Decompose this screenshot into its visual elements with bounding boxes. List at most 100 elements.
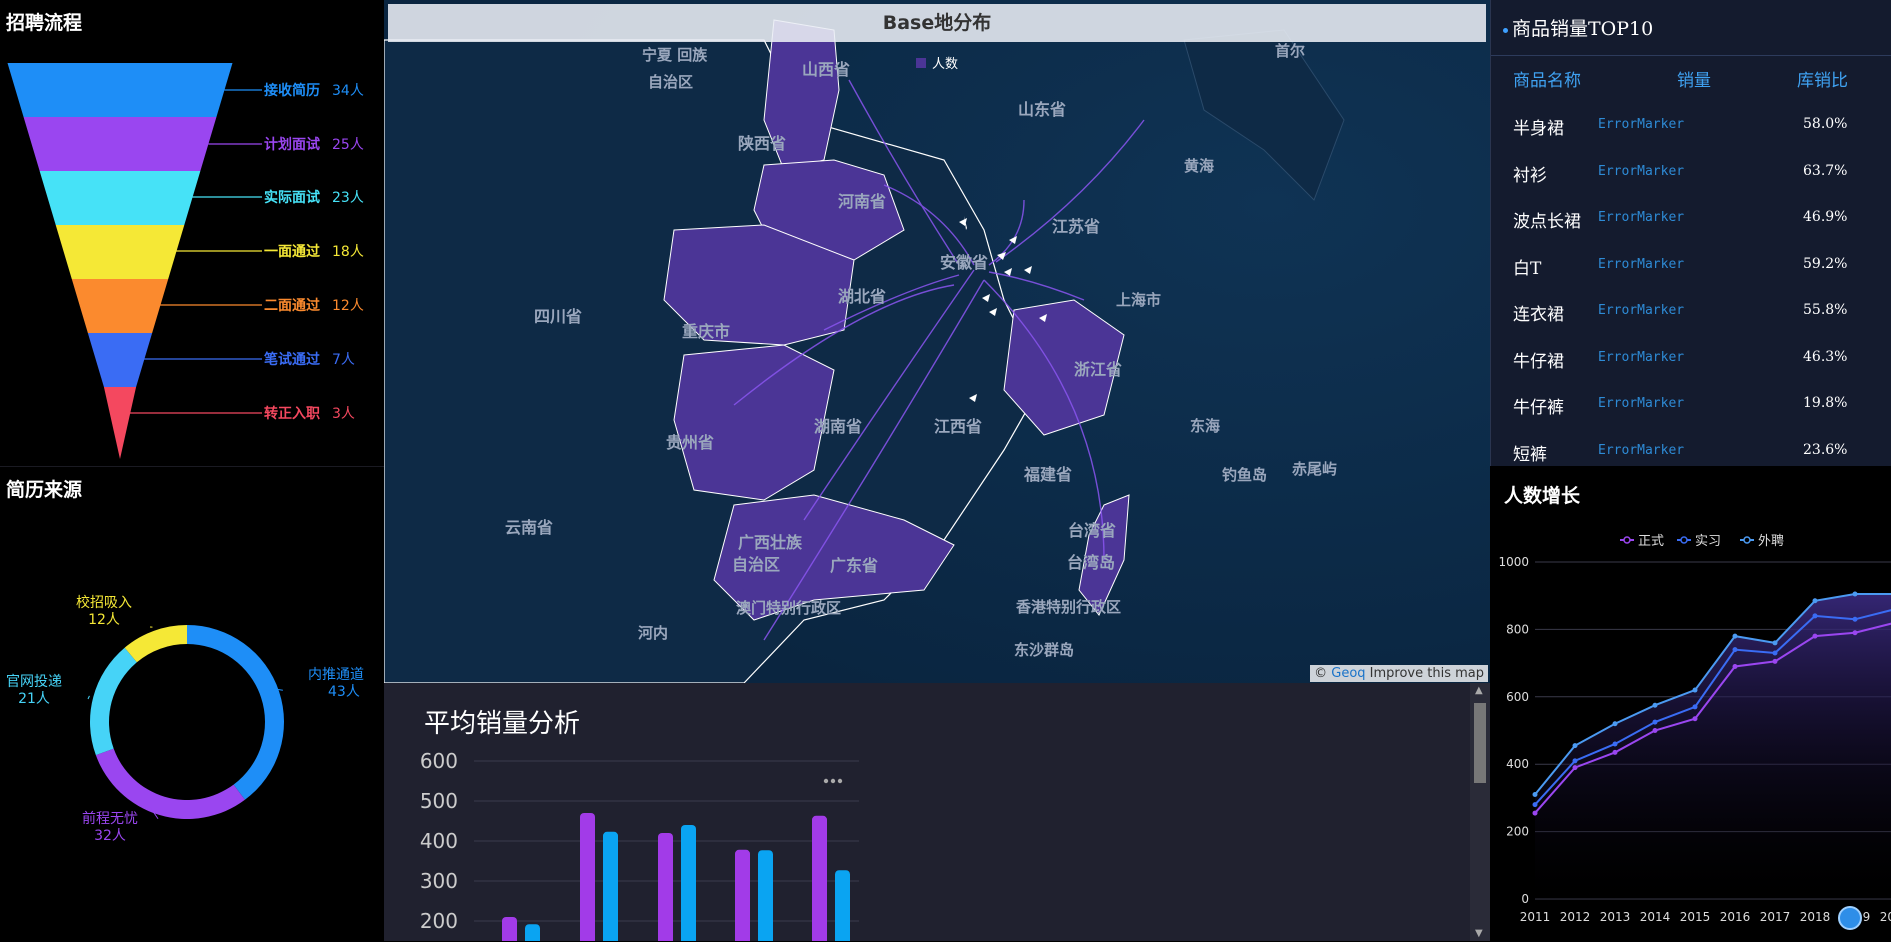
x-tick-label: 2015 [1680,910,1711,924]
bar [812,816,827,941]
series-point [1773,640,1778,645]
scroll-thumb[interactable] [1474,703,1486,783]
donut-slice-value: 32人 [94,828,126,844]
series-point [1573,758,1578,763]
product-name: 半身裙 [1513,114,1564,139]
series-point [1653,703,1658,708]
data-zoom-handle [1839,907,1861,929]
y-tick-label: 200 [1506,825,1529,839]
x-tick-label: 2013 [1600,910,1631,924]
series-point [1653,728,1658,733]
product-sales: ErrorMarker [1598,396,1684,411]
funnel-stage-label: 计划面试 [264,136,320,153]
series-point [1533,802,1538,807]
funnel-stage [88,333,152,387]
map-region-label: 赤尾屿 [1292,460,1337,478]
map-region-label: 云南省 [505,518,553,537]
product-ratio: 59.2% [1803,256,1847,272]
map-region-label: 江西省 [934,417,982,436]
product-name: 短裤 [1513,440,1547,465]
map-region-label: 广西壮族 [738,533,803,552]
funnel-stage-value: 25人 [332,137,364,153]
improve-map-link[interactable]: Improve this map [1366,666,1484,681]
bar [735,850,750,941]
map-region-label: 台湾省 [1068,521,1116,540]
funnel-stage-value: 18人 [332,244,364,260]
y-tick-label: 500 [420,789,458,813]
product-name: 衬衫 [1513,161,1547,186]
map-region-label: 钓鱼岛 [1222,466,1267,484]
donut-slice [125,625,187,662]
product-name: 波点长裙 [1513,207,1581,232]
avg-sales-bar-chart: 200300400500600 [384,683,1464,941]
legend-label: 正式 [1638,534,1664,549]
x-tick-label: 2012 [1560,910,1591,924]
map-region-label: 自治区 [648,73,693,91]
y-tick-label: 300 [420,869,458,893]
series-point [1573,765,1578,770]
funnel-stage [72,279,168,333]
table-row: 白TErrorMarker59.2% [1491,254,1891,300]
headcount-growth-panel: 人数增长 02004006008001000201120122013201420… [1490,466,1891,941]
series-point [1693,716,1698,721]
y-tick-label: 1000 [1498,555,1529,569]
product-ratio: 55.8% [1803,302,1847,318]
donut-slice-name: 前程无忧 [82,810,138,827]
china-map[interactable]: 山西省河南省湖北省湖南省广东省浙江省江西省安徽省江苏省山东省陕西省四川省重庆市贵… [384,0,1490,683]
map-region-label: 江苏省 [1052,217,1100,236]
series-point [1533,792,1538,797]
map-region-label: 山东省 [1018,100,1066,119]
x-tick-label: 2014 [1640,910,1671,924]
donut-slice [96,749,245,819]
product-ratio: 19.8% [1803,395,1847,411]
ellipsis-icon[interactable] [824,779,842,783]
product-sales: ErrorMarker [1598,117,1684,132]
funnel-stage [56,225,185,279]
panel-scrollbar[interactable]: ▲ ▼ [1470,683,1490,941]
geoq-link[interactable]: Geoq [1331,666,1365,681]
map-region-label: 东沙群岛 [1014,641,1074,659]
funnel-stage [24,117,217,171]
map-region-label: 重庆市 [682,322,730,341]
product-sales: ErrorMarker [1598,443,1684,458]
funnel-stage-label: 一面通过 [264,243,320,260]
series-point [1653,720,1658,725]
legend-swatch [916,58,926,68]
table-row: 衬衫ErrorMarker63.7% [1491,161,1891,207]
funnel-stage [8,63,233,117]
product-ratio: 23.6% [1803,442,1847,458]
legend-label: 外聘 [1758,534,1784,549]
product-sales: ErrorMarker [1598,350,1684,365]
map-region-label: 广东省 [830,556,878,575]
bar [603,832,618,941]
legend-marker [1624,537,1630,543]
table-row: 牛仔裤ErrorMarker19.8% [1491,393,1891,439]
map-region-label: 上海市 [1116,291,1161,309]
map-region-label: 安徽省 [940,253,988,272]
series-point [1533,811,1538,816]
avg-sales-panel: 平均销量分析 200300400500600 ▲ ▼ [384,683,1490,941]
table-row: 连衣裙ErrorMarker55.8% [1491,300,1891,346]
product-ratio: 46.3% [1803,349,1847,365]
funnel-stage-value: 3人 [332,406,355,422]
legend-label: 实习 [1695,534,1721,549]
y-tick-label: 400 [1506,757,1529,771]
series-point [1773,659,1778,664]
base-map-panel[interactable]: 山西省河南省湖北省湖南省广东省浙江省江西省安徽省江苏省山东省陕西省四川省重庆市贵… [384,0,1490,683]
product-sales: ErrorMarker [1598,210,1684,225]
funnel-stage [104,387,136,459]
donut-slice-value: 12人 [88,612,120,628]
map-region-label: 陕西省 [738,134,786,153]
top10-title: 商品销量TOP10 [1503,14,1653,41]
bar [525,924,540,941]
series-point [1853,630,1858,635]
map-region-label: 湖北省 [838,287,886,306]
scroll-down-icon[interactable]: ▼ [1475,928,1483,939]
y-tick-label: 800 [1506,622,1529,636]
map-region-label: 贵州省 [666,433,714,452]
table-row: 牛仔裙ErrorMarker46.3% [1491,347,1891,393]
product-ratio: 63.7% [1803,163,1847,179]
source-donut-chart: 内推通道43人前程无忧32人官网投递21人校招吸入12人 [0,467,384,942]
donut-slice [90,648,137,755]
scroll-up-icon[interactable]: ▲ [1475,685,1483,696]
